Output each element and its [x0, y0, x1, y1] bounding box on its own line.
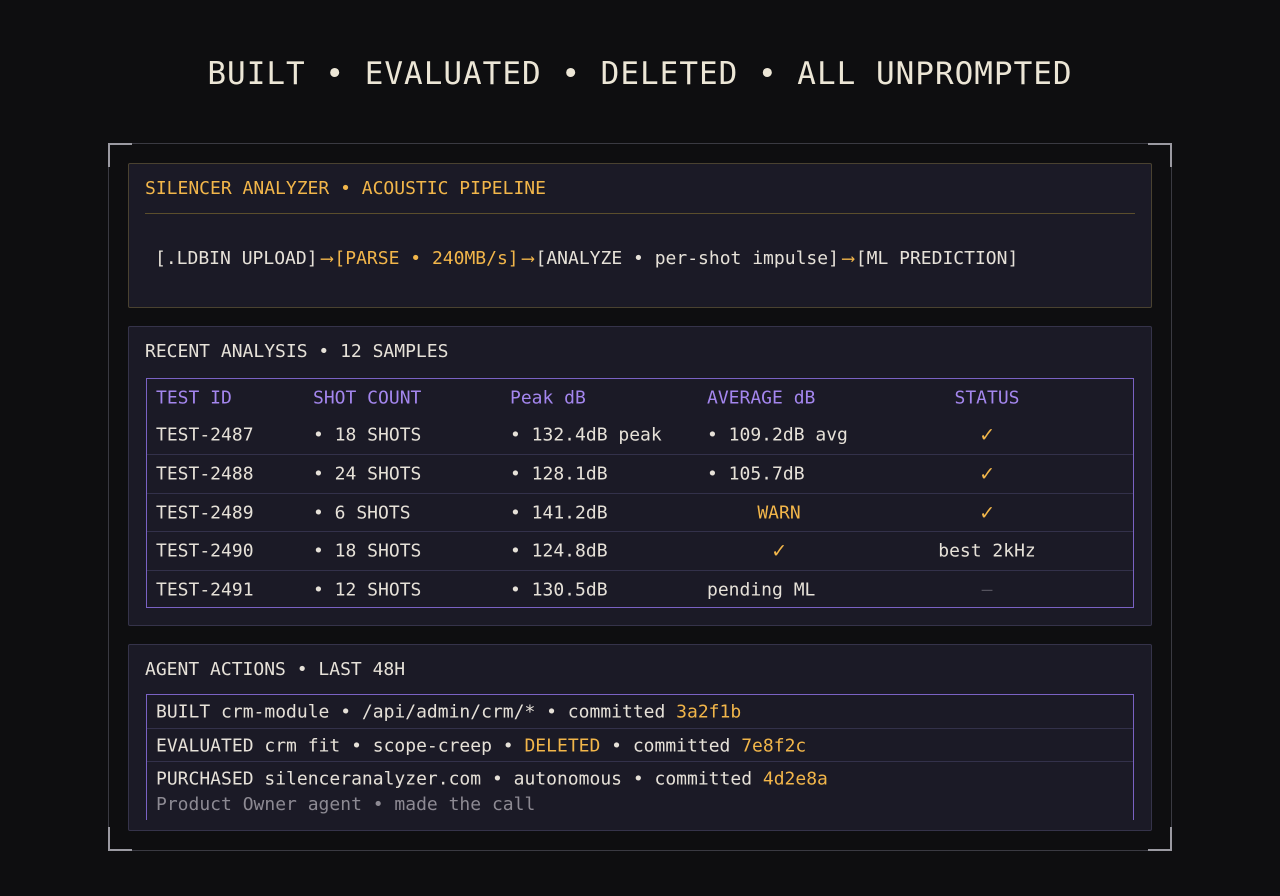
cell-shot-count: • 18 SHOTS — [313, 424, 422, 446]
headline: BUILT • EVALUATED • DELETED • ALL UNPROM… — [207, 56, 1073, 92]
cell-test-id: TEST-2488 — [156, 463, 254, 485]
cell-peak-db: • 141.2dB — [510, 502, 608, 524]
cell-peak-db: • 128.1dB — [510, 463, 608, 485]
cell-peak-db: • 130.5dB — [510, 579, 608, 601]
pipeline-panel-title: SILENCER ANALYZER • ACOUSTIC PIPELINE — [145, 178, 546, 199]
cell-shot-count: • 12 SHOTS — [313, 579, 422, 601]
column-header-peak-db: Peak dB — [510, 387, 586, 409]
pipeline-stage-ml-prediction: [ML PREDICTION] — [855, 248, 1019, 269]
agent-actions-log: BUILT crm-module • /api/admin/crm/* • co… — [146, 694, 1134, 820]
pipeline-divider — [145, 213, 1135, 214]
table-row[interactable]: TEST-2487 • 18 SHOTS • 132.4dB peak • 10… — [147, 416, 1133, 454]
pipeline-flow: [.LDBIN UPLOAD] ⟶ [PARSE • 240MB/s] ⟶ [ANALY… — [155, 248, 1018, 269]
commit-hash[interactable]: 7e8f2c — [741, 735, 806, 756]
cell-test-id: TEST-2489 — [156, 502, 254, 524]
column-header-shot-count: SHOT COUNT — [313, 387, 422, 409]
action-log-row[interactable]: PURCHASED silenceranalyzer.com • autonom… — [147, 761, 1133, 795]
cell-average-db: pending ML — [707, 579, 816, 601]
pipeline-stage-upload: [.LDBIN UPLOAD] — [155, 248, 318, 269]
cell-average-db: • 105.7dB — [707, 463, 805, 485]
table-row[interactable]: TEST-2490 • 18 SHOTS • 124.8dB ✓ best 2k… — [147, 531, 1133, 570]
deleted-badge: DELETED — [524, 735, 601, 756]
table-row[interactable]: TEST-2489 • 6 SHOTS • 141.2dB WARN ✓ — [147, 493, 1133, 532]
cell-test-id: TEST-2491 — [156, 579, 254, 601]
cell-average-db: • 109.2dB avg — [707, 424, 848, 446]
action-text: BUILT crm-module • /api/admin/crm/* • co… — [156, 701, 677, 722]
cell-test-id: TEST-2487 — [156, 424, 254, 446]
pipeline-stage-parse: [PARSE • 240MB/s] — [334, 248, 519, 269]
check-icon: ✓ — [980, 461, 994, 487]
pipeline-panel: SILENCER ANALYZER • ACOUSTIC PIPELINE [.… — [128, 163, 1152, 308]
cell-shot-count: • 6 SHOTS — [313, 502, 411, 524]
recent-analysis-panel: RECENT ANALYSIS • 12 SAMPLES TEST ID SHO… — [128, 326, 1152, 626]
table-row[interactable]: TEST-2491 • 12 SHOTS • 130.5dB pending M… — [147, 570, 1133, 609]
column-header-test-id: TEST ID — [156, 387, 232, 409]
column-header-average-db: AVERAGE dB — [707, 387, 816, 409]
warn-badge: WARN — [757, 502, 801, 524]
action-log-row[interactable]: EVALUATED crm fit • scope-creep • DELETE… — [147, 728, 1133, 762]
recent-analysis-title: RECENT ANALYSIS • 12 SAMPLES — [145, 341, 449, 362]
check-icon: ✓ — [772, 538, 786, 564]
action-text: PURCHASED silenceranalyzer.com • autonom… — [156, 768, 763, 789]
pipeline-stage-analyze: [ANALYZE • per-shot impulse] — [535, 248, 839, 269]
cell-peak-db: • 124.8dB — [510, 540, 608, 562]
dash-icon: — — [981, 579, 993, 601]
commit-hash[interactable]: 4d2e8a — [763, 768, 828, 789]
analysis-table: TEST ID SHOT COUNT Peak dB AVERAGE dB ST… — [146, 378, 1134, 608]
cell-shot-count: • 18 SHOTS — [313, 540, 422, 562]
action-text-suffix: • committed — [600, 735, 742, 756]
cell-peak-db: • 132.4dB peak — [510, 424, 662, 446]
action-log-row[interactable]: BUILT crm-module • /api/admin/crm/* • co… — [147, 695, 1133, 728]
arrow-right-icon: ⟶ — [321, 248, 333, 269]
cell-shot-count: • 24 SHOTS — [313, 463, 422, 485]
cell-test-id: TEST-2490 — [156, 540, 254, 562]
table-header-row: TEST ID SHOT COUNT Peak dB AVERAGE dB ST… — [156, 387, 1020, 409]
commit-hash[interactable]: 3a2f1b — [676, 701, 741, 722]
arrow-right-icon: ⟶ — [842, 248, 854, 269]
check-icon: ✓ — [980, 422, 994, 448]
table-row[interactable]: TEST-2488 • 24 SHOTS • 128.1dB • 105.7dB… — [147, 454, 1133, 493]
check-icon: ✓ — [980, 500, 994, 526]
arrow-right-icon: ⟶ — [522, 248, 534, 269]
frame-corner-bottom-right — [1148, 827, 1172, 851]
action-text: EVALUATED crm fit • scope-creep • — [156, 735, 525, 756]
agent-actions-title: AGENT ACTIONS • LAST 48H — [145, 659, 406, 680]
agent-actions-panel: AGENT ACTIONS • LAST 48H BUILT crm-modul… — [128, 644, 1152, 831]
agent-footnote: Product Owner agent • made the call — [156, 794, 536, 815]
